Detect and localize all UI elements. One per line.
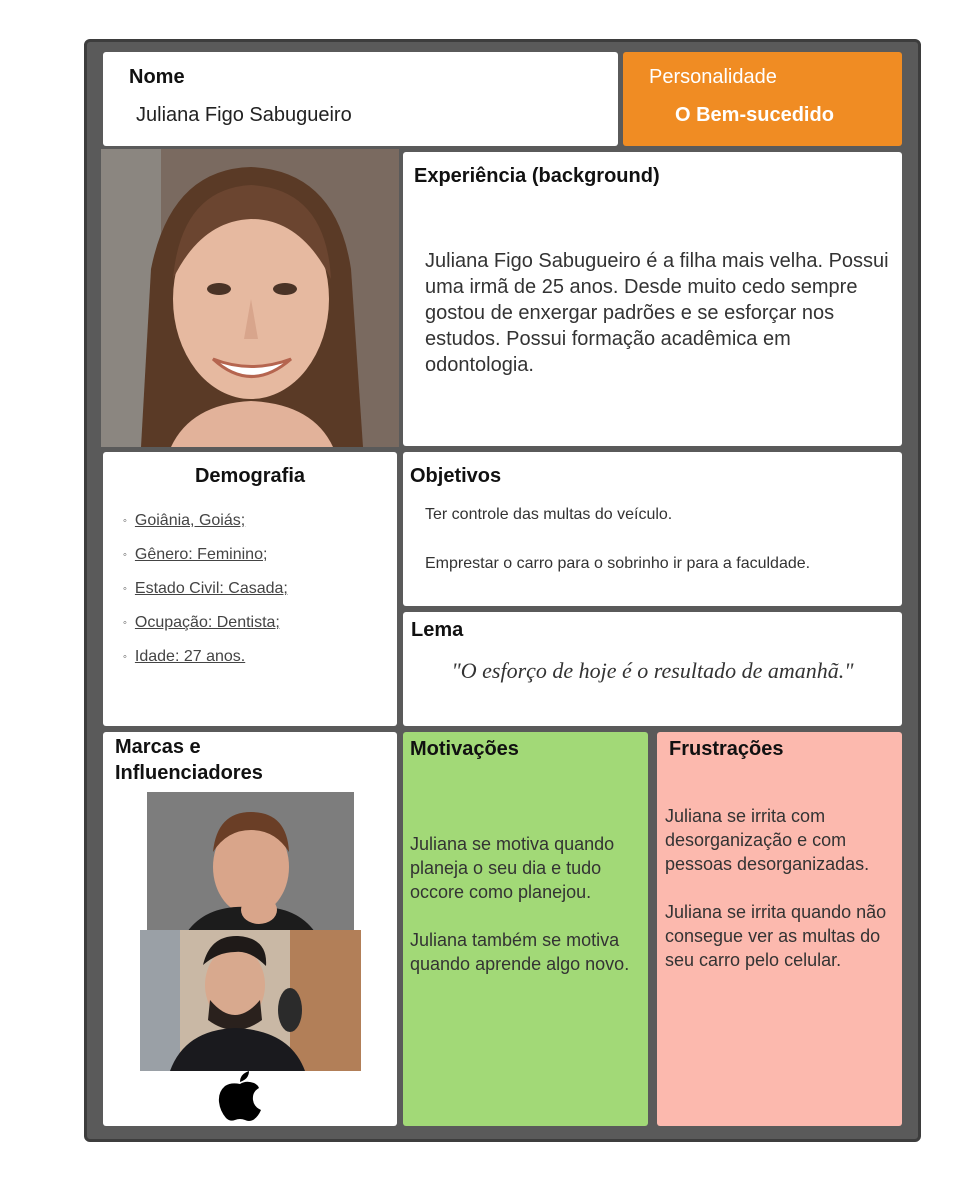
influencer-photo xyxy=(140,930,361,1071)
bullet-icon: ◦ xyxy=(123,651,127,663)
persona-photo xyxy=(101,149,399,447)
demographics-item: ◦ Gênero: Feminino; xyxy=(123,546,268,563)
goal-item: Emprestar o carro para o sobrinho ir par… xyxy=(425,555,811,572)
demographics-item: ◦ Ocupação: Dentista; xyxy=(123,614,280,631)
bullet-icon: ◦ xyxy=(123,549,127,561)
motto-quote: "O esforço de hoje é o resultado de aman… xyxy=(451,658,854,683)
influencer-photo-image xyxy=(140,930,361,1071)
frustrations-title: Frustrações xyxy=(669,738,784,760)
brands-title: Marcas e Influenciadores xyxy=(115,736,263,784)
name-value: Juliana Figo Sabugueiro xyxy=(136,104,352,126)
name-section: Nome Juliana Figo Sabugueiro xyxy=(103,52,618,146)
background-section: Experiência (background) Juliana Figo Sa… xyxy=(403,152,902,446)
bullet-icon: ◦ xyxy=(123,583,127,595)
demographics-item: ◦ Goiânia, Goiás; xyxy=(123,512,246,529)
motivations-section: Motivações Juliana se motiva quando plan… xyxy=(403,732,648,1126)
personality-value: O Bem-sucedido xyxy=(675,104,834,126)
demographics-item: ◦ Idade: 27 anos. xyxy=(123,648,246,665)
influencer-photo xyxy=(147,792,354,932)
background-title: Experiência (background) xyxy=(414,165,660,187)
demographics-section: Demografia ◦ Goiânia, Goiás; ◦ Gênero: Fem… xyxy=(103,452,397,726)
demographics-list: ◦ Goiânia, Goiás; ◦ Gênero: Feminino; ◦ Est… xyxy=(123,512,288,682)
motto-title: Lema xyxy=(411,619,464,641)
motivations-text: Juliana se motiva quando planeja o seu d… xyxy=(410,834,630,974)
frustrations-text: Juliana se irrita com desorganização e c… xyxy=(665,806,887,970)
brands-influencers-section: Marcas e Influenciadores xyxy=(103,732,397,1126)
motivations-title: Motivações xyxy=(410,738,519,760)
personality-label: Personalidade xyxy=(649,66,777,88)
personality-section: Personalidade O Bem-sucedido xyxy=(623,52,902,146)
persona-photo-image xyxy=(101,149,399,447)
demographics-title: Demografia xyxy=(194,465,306,487)
motto-section: Lema "O esforço de hoje é o resultado de… xyxy=(403,612,902,726)
apple-logo-icon xyxy=(218,1071,261,1121)
influencer-photo-image xyxy=(147,792,354,932)
background-text: Juliana Figo Sabugueiro é a filha mais v… xyxy=(425,250,889,376)
bullet-icon: ◦ xyxy=(123,617,127,629)
frustrations-section: Frustrações Juliana se irrita com desorg… xyxy=(657,732,902,1126)
goals-title: Objetivos xyxy=(410,465,502,487)
goal-item: Ter controle das multas do veículo. xyxy=(425,506,673,523)
name-label: Nome xyxy=(129,66,185,88)
bullet-icon: ◦ xyxy=(123,515,127,527)
goals-section: Objetivos Ter controle das multas do veí… xyxy=(403,452,902,606)
demographics-item: ◦ Estado Civil: Casada; xyxy=(123,580,288,597)
